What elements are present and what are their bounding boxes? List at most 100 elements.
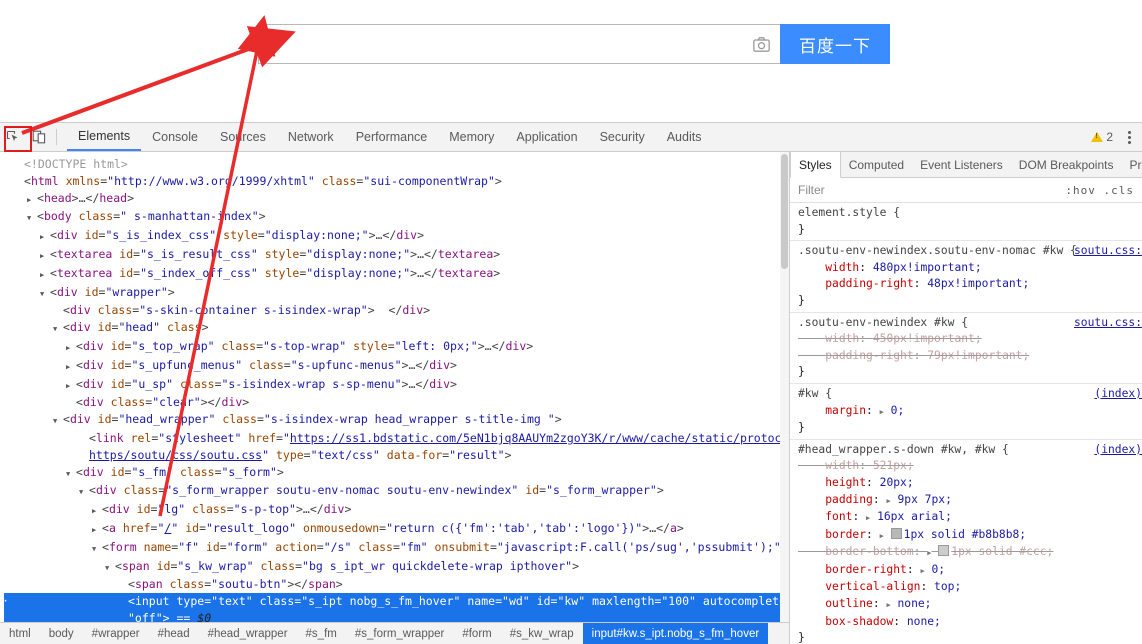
dom-line[interactable]: <div id="s_fm" class="s_form"> xyxy=(4,464,789,483)
devtools-tab-audits[interactable]: Audits xyxy=(656,123,713,151)
dom-line[interactable]: <div id="head" class> xyxy=(4,319,789,338)
dom-line[interactable]: <head>…</head> xyxy=(4,190,789,209)
dom-line[interactable]: <span class="soutu-btn"></span> xyxy=(4,576,789,593)
css-declaration[interactable]: width: 480px!important; xyxy=(798,260,1142,277)
css-rule[interactable]: #head_wrapper.s-down #kw, #kw {(index) w… xyxy=(790,440,1142,644)
dom-line[interactable]: "off"> == $0 xyxy=(4,609,789,622)
styles-tab-proper[interactable]: Proper xyxy=(1121,152,1142,177)
dom-line[interactable]: <html xmlns="http://www.w3.org/1999/xhtm… xyxy=(4,173,789,190)
dom-line[interactable]: <form name="f" id="form" action="/s" cla… xyxy=(4,539,789,558)
styles-filter-input[interactable]: Filter xyxy=(798,183,825,197)
css-rule[interactable]: .soutu-env-newindex.soutu-env-nomac #kw … xyxy=(790,241,1142,313)
disclosure-triangle-icon xyxy=(40,227,50,246)
dom-line[interactable]: <div id="wrapper"> xyxy=(4,284,789,303)
css-declaration[interactable]: margin: ▶ 0; xyxy=(798,403,1142,421)
kebab-menu-icon[interactable] xyxy=(1121,130,1138,144)
css-declaration[interactable]: padding-right: 79px!important; xyxy=(798,348,1142,365)
disclosure-triangle-icon xyxy=(40,246,50,265)
devtools-tab-network[interactable]: Network xyxy=(277,123,345,151)
css-declaration[interactable]: height: 20px; xyxy=(798,475,1142,492)
devtools-tab-application[interactable]: Application xyxy=(505,123,588,151)
dom-line[interactable]: <div class="s_form_wrapper soutu-env-nom… xyxy=(4,482,789,501)
selected-marker: ⋯ xyxy=(0,594,7,608)
css-declaration[interactable]: outline: ▶ none; xyxy=(798,596,1142,614)
css-declaration[interactable]: border-right: ▶ 0; xyxy=(798,562,1142,580)
css-rule[interactable]: .soutu-env-newindex #kw {soutu.css: widt… xyxy=(790,313,1142,384)
css-source-link[interactable]: (index) xyxy=(1094,386,1142,403)
dom-line[interactable]: <div id="s_top_wrap" class="s-top-wrap" … xyxy=(4,338,789,357)
devtools-tab-elements[interactable]: Elements xyxy=(67,123,142,151)
dom-line[interactable]: <textarea id="s_is_result_css" style="di… xyxy=(4,246,789,265)
breadcrumb-item[interactable]: input#kw.s_ipt.nobg_s_fm_hover xyxy=(582,623,769,644)
devtools-tab-memory[interactable]: Memory xyxy=(438,123,505,151)
css-source-link[interactable]: soutu.css: xyxy=(1074,243,1142,260)
breadcrumb-item[interactable]: #form xyxy=(453,623,500,644)
styles-tab-computed[interactable]: Computed xyxy=(841,152,912,177)
styles-toggles[interactable]: :hov .cls xyxy=(1065,184,1134,197)
dom-line[interactable]: <textarea id="s_index_off_css" style="di… xyxy=(4,265,789,284)
devtools-tab-security[interactable]: Security xyxy=(589,123,656,151)
css-source-link[interactable]: soutu.css: xyxy=(1074,315,1142,332)
breadcrumb-item[interactable]: #wrapper xyxy=(83,623,149,644)
css-declaration[interactable]: border: ▶ 1px solid #b8b8b8; xyxy=(798,527,1142,545)
css-rule-close: } xyxy=(798,365,805,379)
search-input[interactable] xyxy=(259,25,742,63)
disclosure-triangle-icon xyxy=(79,482,89,501)
breadcrumb-item[interactable]: html xyxy=(0,623,40,644)
styles-tab-event-listeners[interactable]: Event Listeners xyxy=(912,152,1011,177)
dom-line[interactable]: <link rel="stylesheet" href="https://ss1… xyxy=(4,430,789,447)
dom-line[interactable]: <!DOCTYPE html> xyxy=(4,156,789,173)
dom-line[interactable]: <div id="u_sp" class="s-isindex-wrap s-s… xyxy=(4,376,789,395)
dom-line[interactable]: <body class=" s-manhattan-index"> xyxy=(4,208,789,227)
dom-line[interactable]: <div class="s-skin-container s-isindex-w… xyxy=(4,302,789,319)
search-input-wrapper xyxy=(258,24,780,64)
css-declaration[interactable]: width: 521px; xyxy=(798,458,1142,475)
disclosure-triangle-icon xyxy=(92,539,102,558)
warning-indicator[interactable]: 2 xyxy=(1091,130,1121,144)
breadcrumb-item[interactable]: #head xyxy=(149,623,199,644)
devtools-tab-console[interactable]: Console xyxy=(141,123,209,151)
devtools-tab-performance[interactable]: Performance xyxy=(345,123,439,151)
dom-line[interactable]: <div id="head_wrapper" class="s-isindex-… xyxy=(4,411,789,430)
inspect-button-highlight-box xyxy=(4,126,32,152)
styles-tab-styles[interactable]: Styles xyxy=(790,152,841,178)
css-rule[interactable]: element.style {} xyxy=(790,203,1142,242)
css-source-link[interactable]: (index) xyxy=(1094,442,1142,459)
css-declaration[interactable]: box-shadow: none; xyxy=(798,614,1142,631)
screenshot-root: 百度一下 Elements Console Sources Network Perfor… xyxy=(0,0,1142,644)
dom-line[interactable]: <div id="s_is_index_css" style="display:… xyxy=(4,227,789,246)
css-declaration[interactable]: vertical-align: top; xyxy=(798,579,1142,596)
css-rule[interactable]: #kw {(index) margin: ▶ 0;} xyxy=(790,384,1142,440)
camera-icon[interactable] xyxy=(742,25,780,63)
dom-tree-scroll[interactable]: <!DOCTYPE html> <html xmlns="http://www.w… xyxy=(0,152,789,622)
breadcrumb-item[interactable]: #s_form_wrapper xyxy=(346,623,453,644)
dom-line[interactable]: <div id="lg" class="s-p-top">…</div> xyxy=(4,501,789,520)
css-declaration[interactable]: padding-right: 48px!important; xyxy=(798,276,1142,293)
css-declaration[interactable]: width: 450px!important; xyxy=(798,331,1142,348)
search-submit-button[interactable]: 百度一下 xyxy=(780,24,890,64)
dom-line[interactable]: <a href="/" id="result_logo" onmousedown… xyxy=(4,520,789,539)
breadcrumb-item[interactable]: #s_fm xyxy=(297,623,346,644)
css-declaration[interactable]: padding: ▶ 9px 7px; xyxy=(798,492,1142,510)
css-selector: #kw { xyxy=(798,386,833,400)
toolbar-right-group: 2 xyxy=(1091,123,1138,151)
css-declaration[interactable]: font: ▶ 16px arial; xyxy=(798,509,1142,527)
devtools-tab-sources[interactable]: Sources xyxy=(209,123,277,151)
dom-line[interactable]: <div id="s_upfunc_menus" class="s-upfunc… xyxy=(4,357,789,376)
dom-line[interactable]: <div class="clear"></div> xyxy=(4,394,789,411)
warning-count: 2 xyxy=(1106,130,1113,144)
dom-line[interactable]: <span id="s_kw_wrap" class="bg s_ipt_wr … xyxy=(4,558,789,577)
dom-line[interactable]: ⋯ <input type="text" class="s_ipt nobg_s_… xyxy=(0,593,789,610)
breadcrumb-item[interactable]: body xyxy=(40,623,83,644)
breadcrumb-item[interactable]: #s_kw_wrap xyxy=(501,623,583,644)
breadcrumb-item[interactable]: #head_wrapper xyxy=(199,623,297,644)
devtools-toolbar: Elements Console Sources Network Performance… xyxy=(0,123,1142,152)
devtools-body: <!DOCTYPE html> <html xmlns="http://www.w… xyxy=(0,152,1142,644)
dom-tree-scrollbar[interactable] xyxy=(780,152,789,644)
breadcrumb: html body #wrapper #head #head_wrapper #s_fm #… xyxy=(0,622,789,644)
dom-line[interactable]: https/soutu/css/soutu.css" type="text/cs… xyxy=(4,447,789,464)
css-declaration[interactable]: border-bottom: ▶ 1px solid #ccc; xyxy=(798,544,1142,562)
disclosure-triangle-icon xyxy=(92,520,102,539)
styles-tab-dom-breakpoints[interactable]: DOM Breakpoints xyxy=(1011,152,1122,177)
disclosure-triangle-icon xyxy=(53,411,63,430)
